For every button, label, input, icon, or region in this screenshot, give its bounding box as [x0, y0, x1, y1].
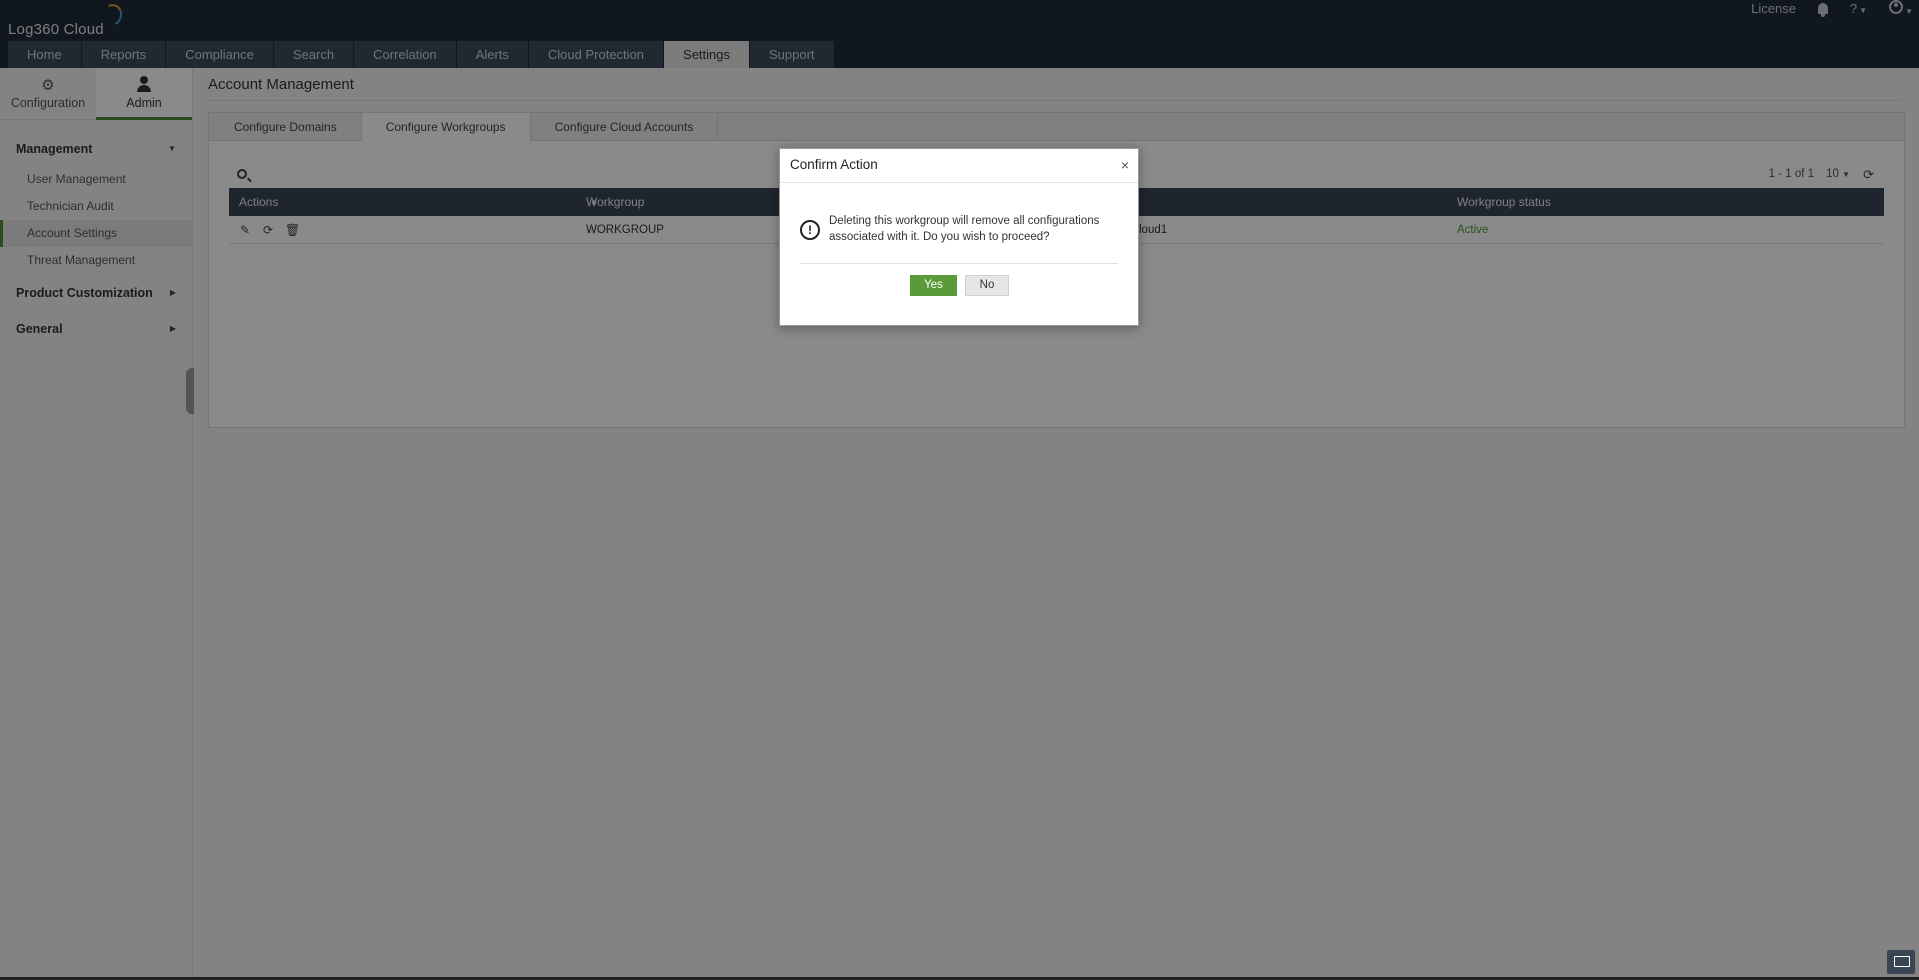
confirm-dialog: Confirm Action × ! Deleting this workgro… [779, 148, 1139, 326]
dialog-message: Deleting this workgroup will remove all … [829, 215, 1100, 243]
no-button[interactable]: No [965, 275, 1009, 296]
dialog-divider [800, 263, 1118, 264]
dialog-divider [780, 182, 1138, 183]
chat-icon[interactable] [1887, 950, 1915, 974]
yes-button[interactable]: Yes [910, 275, 957, 296]
modal-overlay [0, 0, 1919, 980]
close-icon[interactable]: × [1121, 157, 1129, 173]
dialog-title: Confirm Action [790, 157, 878, 172]
warning-icon: ! [800, 220, 820, 240]
